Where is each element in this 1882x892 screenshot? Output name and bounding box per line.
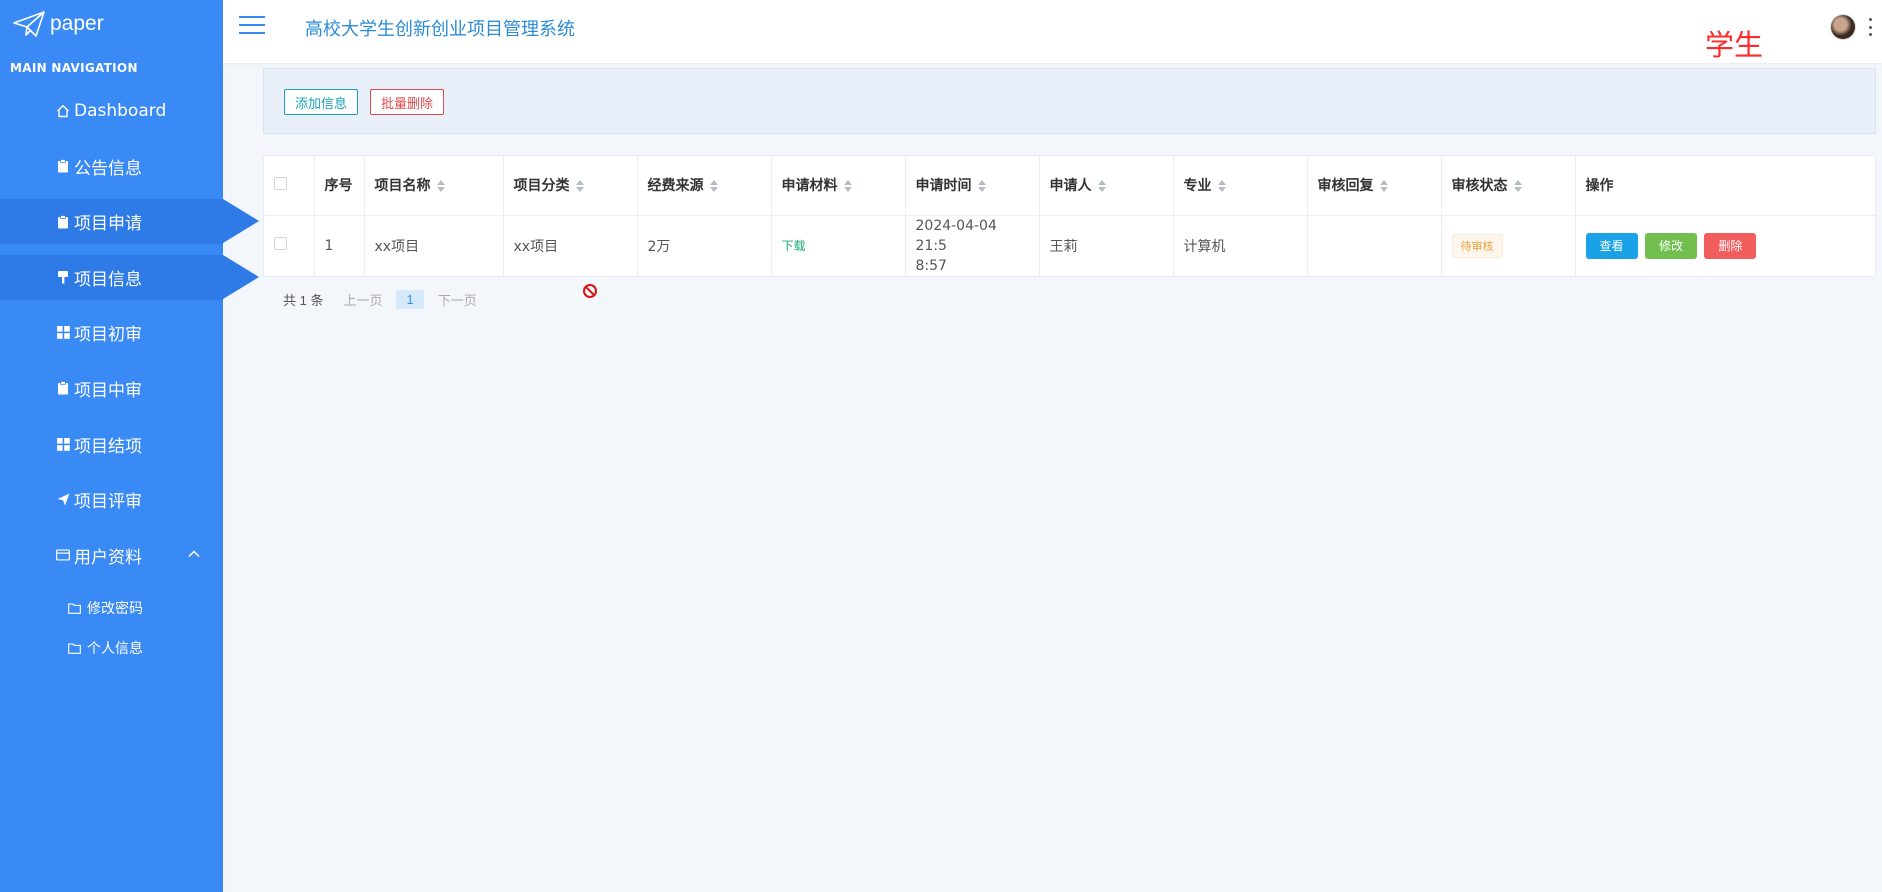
sidebar-subitem-change-password[interactable]: 修改密码 — [0, 588, 223, 628]
logo: paper — [12, 10, 104, 38]
sidebar-item-project-apply[interactable]: 项目申请 — [0, 199, 259, 245]
send-icon — [56, 493, 70, 507]
page-title: 高校大学生创新创业项目管理系统 — [305, 19, 575, 40]
edit-button[interactable]: 修改 — [1644, 232, 1697, 259]
sidebar-item-label: 项目初审 — [74, 325, 142, 346]
menu-toggle-icon[interactable] — [239, 16, 265, 36]
cell-applicant: 王莉 — [1039, 215, 1174, 277]
not-allowed-cursor-icon — [583, 284, 597, 298]
sidebar-item-label: 项目中审 — [74, 380, 142, 401]
sidebar-item-label: 项目信息 — [74, 269, 142, 290]
select-all-checkbox[interactable] — [274, 176, 287, 190]
folder-icon — [68, 603, 81, 614]
folder-icon — [68, 643, 81, 654]
pagination: 共 1 条 上一页 1 下一页 — [283, 290, 491, 309]
sort-icon[interactable] — [843, 180, 852, 193]
column-header-status[interactable]: 审核状态 — [1441, 156, 1576, 216]
sidebar-item-project-close[interactable]: 项目结项 — [0, 422, 223, 467]
column-header-category[interactable]: 项目分类 — [503, 156, 638, 216]
cell-reply — [1307, 215, 1442, 277]
sidebar-subitem-label: 修改密码 — [87, 601, 143, 618]
pagination-total: 共 1 条 — [283, 293, 324, 308]
sidebar-item-label: 用户资料 — [74, 547, 142, 568]
current-page[interactable]: 1 — [396, 290, 424, 309]
column-header-reply[interactable]: 审核回复 — [1307, 156, 1442, 216]
cell-funding: 2万 — [637, 215, 772, 277]
sidebar: paper MAIN NAVIGATION Dashboard 公告信息 项目申… — [0, 0, 259, 892]
sidebar-item-announcements[interactable]: 公告信息 — [0, 144, 223, 189]
sidebar-subitem-personal-info[interactable]: 个人信息 — [0, 628, 223, 668]
card-icon — [56, 548, 70, 562]
download-link[interactable]: 下载 — [782, 239, 806, 253]
sort-icon[interactable] — [1097, 180, 1106, 193]
avatar[interactable] — [1830, 14, 1856, 40]
column-header-funding[interactable]: 经费来源 — [637, 156, 772, 216]
sidebar-item-label: 项目申请 — [74, 214, 142, 235]
action-toolbar: 添加信息 批量删除 — [263, 68, 1876, 134]
clipboard-icon — [56, 381, 70, 395]
chevron-up-icon[interactable] — [187, 547, 201, 561]
sidebar-item-project-evaluation[interactable]: 项目评审 — [0, 477, 223, 522]
cell-name: xx项目 — [364, 215, 504, 277]
batch-delete-button[interactable]: 批量删除 — [370, 89, 445, 115]
add-info-button[interactable]: 添加信息 — [284, 89, 359, 115]
delete-button[interactable]: 删除 — [1704, 232, 1757, 259]
sidebar-item-label: Dashboard — [74, 100, 167, 121]
sidebar-item-label: 公告信息 — [74, 158, 142, 179]
more-vertical-icon[interactable] — [1869, 18, 1873, 36]
sidebar-item-label: 项目结项 — [74, 436, 142, 457]
column-header-major[interactable]: 专业 — [1173, 156, 1308, 216]
sort-icon[interactable] — [436, 180, 445, 193]
sidebar-item-dashboard[interactable]: Dashboard — [0, 88, 223, 133]
top-header: 高校大学生创新创业项目管理系统 学生 — [223, 0, 1882, 63]
grid-icon — [56, 437, 70, 451]
sort-icon[interactable] — [1217, 180, 1226, 193]
table-row: 1 xx项目 xx项目 2万 下载 2024-04-04 21:5 8:57 王莉… — [264, 215, 1875, 277]
sort-icon[interactable] — [1379, 180, 1388, 193]
cell-major: 计算机 — [1173, 215, 1308, 277]
sidebar-item-user-profile[interactable]: 用户资料 — [0, 533, 223, 578]
sidebar-item-label: 项目评审 — [74, 492, 142, 513]
sort-icon[interactable] — [709, 180, 718, 193]
column-header-actions: 操作 — [1575, 156, 1875, 216]
sort-icon[interactable] — [977, 180, 986, 193]
column-header-material[interactable]: 申请材料 — [771, 156, 906, 216]
view-button[interactable]: 查看 — [1585, 232, 1638, 259]
brush-icon — [56, 270, 70, 284]
sidebar-subitem-label: 个人信息 — [87, 641, 143, 658]
nav-title: MAIN NAVIGATION — [10, 61, 138, 75]
column-header-name[interactable]: 项目名称 — [364, 156, 504, 216]
sidebar-item-initial-review[interactable]: 项目初审 — [0, 310, 223, 355]
column-header-time[interactable]: 申请时间 — [905, 156, 1040, 216]
paper-plane-icon — [13, 11, 45, 37]
column-header-applicant[interactable]: 申请人 — [1039, 156, 1174, 216]
sidebar-item-mid-review[interactable]: 项目中审 — [0, 366, 223, 411]
clipboard-icon — [56, 159, 70, 173]
logo-text: paper — [50, 12, 104, 35]
cell-index: 1 — [314, 215, 365, 277]
home-icon — [56, 104, 70, 118]
row-checkbox[interactable] — [274, 237, 287, 251]
user-role: 学生 — [1705, 28, 1764, 62]
grid-icon — [56, 326, 70, 340]
sidebar-menu: Dashboard 公告信息 项目申请 项目信息 项目初审 项目中审 项目结项 … — [0, 88, 259, 668]
next-page-button[interactable]: 下一页 — [438, 290, 477, 309]
clipboard-icon — [56, 214, 70, 229]
cell-category: xx项目 — [503, 215, 638, 277]
cell-time: 2024-04-04 21:5 8:57 — [905, 215, 1040, 277]
sidebar-item-project-info[interactable]: 项目信息 — [0, 254, 259, 300]
prev-page-button[interactable]: 上一页 — [343, 290, 382, 309]
sort-icon[interactable] — [575, 180, 584, 193]
project-table: 序号 项目名称 项目分类 经费来源 申请材料 申请时间 申请人 专业 审核回复 … — [263, 155, 1876, 278]
sort-icon[interactable] — [1513, 180, 1522, 193]
table-header-row: 序号 项目名称 项目分类 经费来源 申请材料 申请时间 申请人 专业 审核回复 … — [264, 156, 1875, 216]
column-header-index: 序号 — [314, 156, 365, 216]
status-badge: 待审核 — [1451, 233, 1503, 258]
